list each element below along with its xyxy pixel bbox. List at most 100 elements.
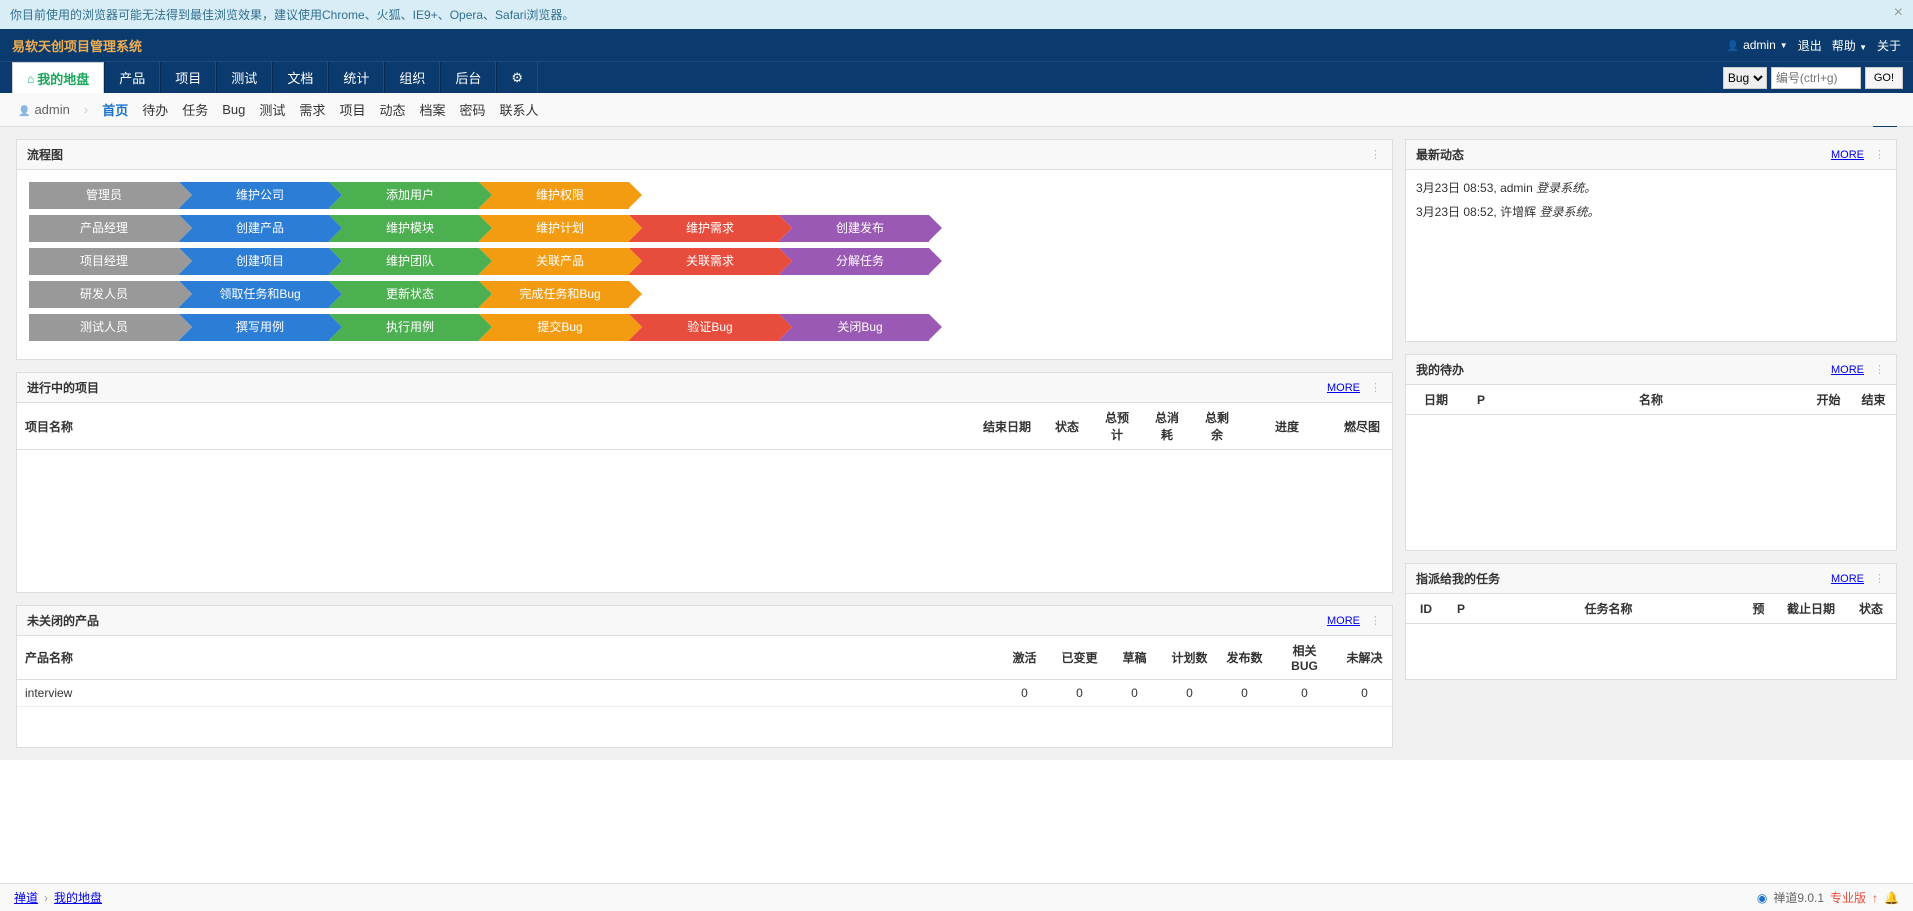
subnav-dynamic[interactable]: 动态	[379, 100, 405, 119]
flow-step[interactable]: 更新状态	[329, 281, 479, 308]
flow-step[interactable]: 执行用例	[329, 314, 479, 341]
more-link[interactable]: MORE	[1831, 149, 1864, 161]
flow-step[interactable]: 提交Bug	[479, 314, 629, 341]
user-icon	[18, 102, 30, 117]
more-link[interactable]: MORE	[1831, 573, 1864, 585]
mainnav-project[interactable]: 项目	[160, 62, 216, 93]
dynamic-row: 3月23日 08:52, 许增辉 登录系统。	[1416, 202, 1886, 222]
subnav-project[interactable]: 项目	[339, 100, 365, 119]
edition-label: 专业版	[1830, 889, 1866, 906]
more-link[interactable]: MORE	[1327, 615, 1360, 627]
header-user[interactable]: admin ▼	[1727, 38, 1788, 52]
mainnav-product[interactable]: 产品	[104, 62, 160, 93]
more-link[interactable]: MORE	[1327, 382, 1360, 394]
flow-step[interactable]: 创建产品	[179, 215, 329, 242]
cell: 0	[1272, 680, 1337, 707]
more-dots-icon[interactable]: ⋮	[1370, 148, 1382, 161]
subnav-user[interactable]: admin	[18, 102, 70, 117]
more-dots-icon[interactable]: ⋮	[1874, 148, 1886, 161]
app-version: 禅道9.0.1	[1773, 889, 1824, 906]
flow-role: 管理员	[29, 182, 179, 209]
flow-step[interactable]: 完成任务和Bug	[479, 281, 629, 308]
th-deadline: 截止日期	[1776, 594, 1846, 624]
flow-step[interactable]: 领取任务和Bug	[179, 281, 329, 308]
flow-step[interactable]: 维护计划	[479, 215, 629, 242]
th-name: 名称	[1496, 385, 1806, 415]
subnav-home[interactable]: 首页	[102, 100, 128, 119]
panel-actions: ⋮	[1370, 148, 1382, 161]
subnav-contacts[interactable]: 联系人	[500, 100, 539, 119]
flow-step[interactable]: 维护需求	[629, 215, 779, 242]
subnav-bug[interactable]: Bug	[222, 102, 245, 117]
flow-step[interactable]: 分解任务	[779, 248, 929, 275]
logout-link[interactable]: 退出	[1798, 37, 1822, 54]
flow-step[interactable]: 验证Bug	[629, 314, 779, 341]
browser-warning-banner: 你目前使用的浏览器可能无法得到最佳浏览效果，建议使用Chrome、火狐、IE9+…	[0, 0, 1913, 29]
bell-icon[interactable]: 🔔	[1884, 891, 1899, 905]
panel-title: 指派给我的任务	[1416, 570, 1500, 587]
upgrade-icon[interactable]: ↑	[1872, 891, 1878, 905]
flow-role: 产品经理	[29, 215, 179, 242]
footer-right: ◉ 禅道9.0.1 专业版 ↑ 🔔	[1757, 889, 1899, 906]
mainnav-settings[interactable]	[496, 62, 538, 93]
subnav-password[interactable]: 密码	[459, 100, 485, 119]
panel-head-flowchart: 流程图 ⋮	[17, 140, 1392, 170]
table-row[interactable]: interview 0 0 0 0 0 0 0	[17, 680, 1392, 707]
panel-head-products: 未关闭的产品 MORE ⋮	[17, 606, 1392, 636]
more-dots-icon[interactable]: ⋮	[1370, 381, 1382, 394]
flow-step[interactable]: 创建发布	[779, 215, 929, 242]
mainnav-my[interactable]: 我的地盘	[12, 62, 104, 93]
subnav-task[interactable]: 任务	[182, 100, 208, 119]
subnav-test[interactable]: 测试	[259, 100, 285, 119]
dynamic-row: 3月23日 08:53, admin 登录系统。	[1416, 178, 1886, 198]
more-link[interactable]: MORE	[1831, 364, 1864, 376]
subnav-profile[interactable]: 档案	[419, 100, 445, 119]
th-name: 任务名称	[1476, 594, 1741, 624]
flow-row: 测试人员撰写用例执行用例提交Bug验证Bug关闭Bug	[29, 314, 1380, 341]
th-release: 发布数	[1217, 636, 1272, 680]
flow-step[interactable]: 维护公司	[179, 182, 329, 209]
cell: 0	[1217, 680, 1272, 707]
th-status: 状态	[1042, 403, 1092, 450]
th-consumed: 总消耗	[1142, 403, 1192, 450]
flow-step[interactable]: 关联需求	[629, 248, 779, 275]
flow-role: 测试人员	[29, 314, 179, 341]
flow-step[interactable]: 维护权限	[479, 182, 629, 209]
mainnav-report[interactable]: 统计	[328, 62, 384, 93]
mainnav-org[interactable]: 组织	[384, 62, 440, 93]
panel-title: 流程图	[27, 146, 63, 163]
gear-icon	[511, 70, 523, 86]
breadcrumb-root[interactable]: 禅道	[14, 889, 38, 906]
about-link[interactable]: 关于	[1877, 37, 1901, 54]
panel-products: 未关闭的产品 MORE⋮ 产品名称 激活 已变更 草稿 计划数 发布数 相关BU…	[16, 605, 1393, 748]
flow-row: 管理员维护公司添加用户维护权限	[29, 182, 1380, 209]
flow-step[interactable]: 创建项目	[179, 248, 329, 275]
breadcrumb-page[interactable]: 我的地盘	[54, 889, 102, 906]
panel-projects: 进行中的项目 MORE⋮ 项目名称 结束日期 状态 总预计 总消耗 总剩余 进度…	[16, 372, 1393, 593]
flow-step[interactable]: 关联产品	[479, 248, 629, 275]
search-input[interactable]	[1771, 67, 1861, 89]
flow-row: 产品经理创建产品维护模块维护计划维护需求创建发布	[29, 215, 1380, 242]
flow-step[interactable]: 维护团队	[329, 248, 479, 275]
caret-down-icon: ▼	[1859, 43, 1867, 52]
flow-step[interactable]: 添加用户	[329, 182, 479, 209]
more-dots-icon[interactable]: ⋮	[1874, 572, 1886, 585]
subnav-todo[interactable]: 待办	[142, 100, 168, 119]
close-icon[interactable]: ×	[1894, 4, 1903, 22]
flow-step[interactable]: 关闭Bug	[779, 314, 929, 341]
panel-head-tasks: 指派给我的任务 MORE ⋮	[1406, 564, 1896, 594]
mainnav-admin[interactable]: 后台	[440, 62, 496, 93]
help-link[interactable]: 帮助 ▼	[1832, 37, 1867, 54]
dynamic-body: 3月23日 08:53, admin 登录系统。 3月23日 08:52, 许增…	[1406, 170, 1896, 341]
more-dots-icon[interactable]: ⋮	[1874, 363, 1886, 376]
search-type-select[interactable]: Bug	[1723, 67, 1767, 89]
mainnav-doc[interactable]: 文档	[272, 62, 328, 93]
flow-role: 项目经理	[29, 248, 179, 275]
search-go-button[interactable]: GO!	[1865, 67, 1903, 89]
panel-title: 未关闭的产品	[27, 612, 99, 629]
flow-step[interactable]: 维护模块	[329, 215, 479, 242]
mainnav-test[interactable]: 测试	[216, 62, 272, 93]
flow-step[interactable]: 撰写用例	[179, 314, 329, 341]
more-dots-icon[interactable]: ⋮	[1370, 614, 1382, 627]
subnav-story[interactable]: 需求	[299, 100, 325, 119]
